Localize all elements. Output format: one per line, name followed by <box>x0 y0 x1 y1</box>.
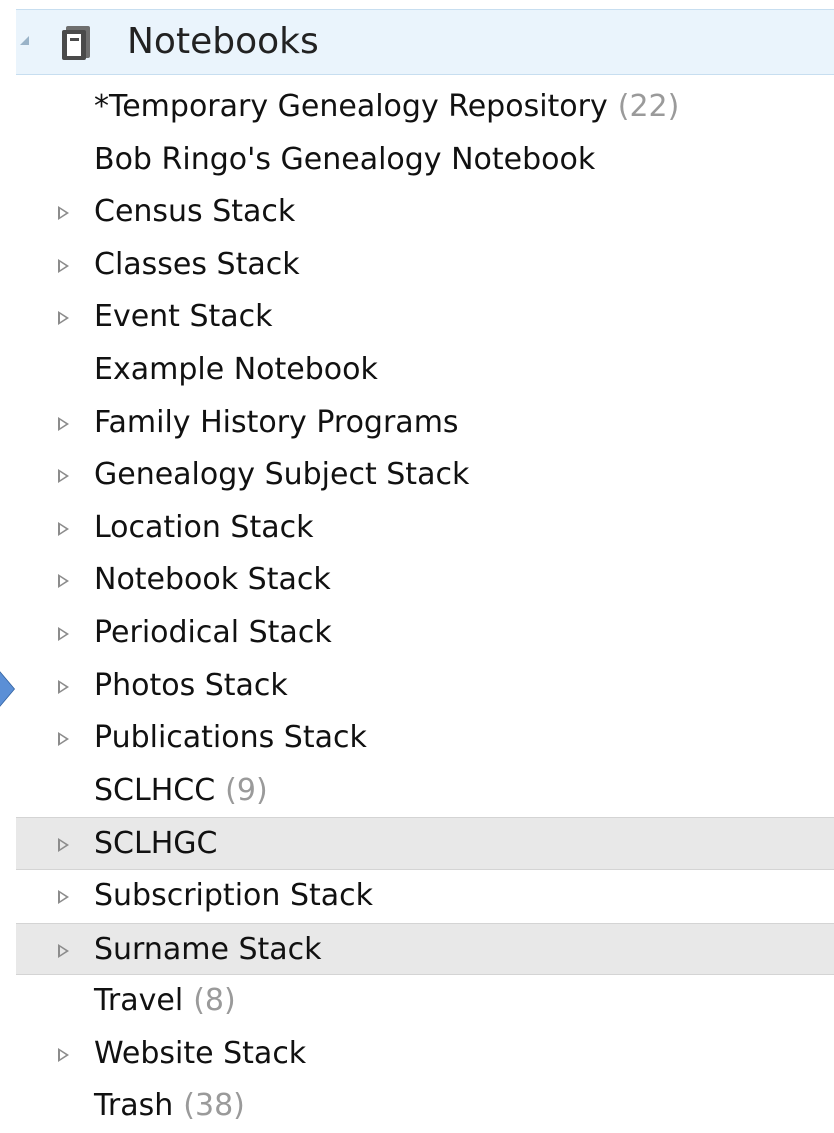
notebook-list-item[interactable]: SCLHGC <box>16 817 834 870</box>
notebook-list-item[interactable]: SCLHCC (9) <box>16 765 834 818</box>
notebook-label: SCLHCC (9) <box>94 771 268 811</box>
notebook-label: SCLHGC <box>94 824 217 864</box>
notebook-label: Notebook Stack <box>94 560 331 600</box>
expand-triangle-icon[interactable] <box>58 732 69 747</box>
notebook-name: Travel <box>94 983 184 1019</box>
notebook-name: Example Notebook <box>94 351 378 387</box>
notebook-name: Location Stack <box>94 509 314 545</box>
notebook-label: *Temporary Genealogy Repository (22) <box>94 87 679 127</box>
notebook-list-item[interactable]: Photos Stack <box>16 660 834 713</box>
notebook-list-item[interactable]: Surname Stack <box>16 922 834 976</box>
notebook-list-item[interactable]: Classes Stack <box>16 239 834 292</box>
notebook-name: Census Stack <box>94 194 296 230</box>
notebook-name: Surname Stack <box>94 931 322 967</box>
notebook-name: Family History Programs <box>94 404 459 440</box>
notebook-list-item[interactable]: Example Notebook <box>16 344 834 397</box>
notebook-list-item[interactable]: Notebook Stack <box>16 554 834 607</box>
notebook-list-item[interactable]: Census Stack <box>16 186 834 239</box>
notebook-label: Location Stack <box>94 508 313 548</box>
notebook-list-item[interactable]: Periodical Stack <box>16 607 834 660</box>
expand-triangle-icon[interactable] <box>58 574 69 589</box>
collapse-triangle-icon[interactable] <box>20 36 29 45</box>
notebook-label: Trash (38) <box>94 1086 245 1126</box>
expand-triangle-icon[interactable] <box>58 679 69 694</box>
notebook-list-item[interactable]: *Temporary Genealogy Repository (22) <box>16 81 834 134</box>
expand-triangle-icon[interactable] <box>58 626 69 641</box>
notebook-name: *Temporary Genealogy Repository <box>94 89 608 124</box>
expand-triangle-icon[interactable] <box>58 838 69 853</box>
notebooks-header[interactable]: Notebooks <box>16 9 834 75</box>
notebook-label: Census Stack <box>94 192 295 232</box>
notebook-label: Publications Stack <box>94 718 367 758</box>
notebook-name: SCLHGC <box>94 826 218 862</box>
notebook-name: Event Stack <box>94 299 273 335</box>
notebook-label: Example Notebook <box>94 350 378 390</box>
notebook-name: SCLHCC <box>94 772 216 808</box>
expand-triangle-icon[interactable] <box>58 469 69 484</box>
note-count: (38) <box>183 1088 245 1124</box>
notebook-list-item[interactable]: Publications Stack <box>16 712 834 765</box>
notebook-list-item[interactable]: Website Stack <box>16 1028 834 1081</box>
notebook-label: Website Stack <box>94 1034 306 1074</box>
pointer-arrow-callout <box>0 663 14 715</box>
expand-triangle-icon[interactable] <box>58 206 69 221</box>
notebook-name: Notebook Stack <box>94 562 331 598</box>
notebook-list-item[interactable]: Subscription Stack <box>16 870 834 923</box>
notebook-name: Classes Stack <box>94 246 300 282</box>
notebook-list-item[interactable]: Genealogy Subject Stack <box>16 449 834 502</box>
notebook-list-item[interactable]: Family History Programs <box>16 397 834 450</box>
notebook-label: Subscription Stack <box>94 876 373 916</box>
notebook-label: Surname Stack <box>94 930 322 970</box>
notebook-icon <box>62 26 90 60</box>
notebook-label: Periodical Stack <box>94 613 332 653</box>
notebook-label: Photos Stack <box>94 666 288 706</box>
notebook-list-item[interactable]: Location Stack <box>16 502 834 555</box>
expand-triangle-icon[interactable] <box>58 521 69 536</box>
notebook-name: Trash <box>94 1088 174 1124</box>
expand-triangle-icon[interactable] <box>58 258 69 273</box>
expand-triangle-icon[interactable] <box>58 416 69 431</box>
notebook-list-item[interactable]: Trash (38) <box>16 1080 834 1133</box>
expand-triangle-icon[interactable] <box>58 889 69 904</box>
notebook-name: Genealogy Subject Stack <box>94 457 470 493</box>
notebook-label: Genealogy Subject Stack <box>94 455 469 495</box>
note-count: (22) <box>617 89 680 124</box>
notebook-name: Periodical Stack <box>94 614 332 650</box>
expand-triangle-icon[interactable] <box>58 943 69 958</box>
section-title: Notebooks <box>127 21 319 62</box>
notebook-list: *Temporary Genealogy Repository (22) Bob R… <box>16 81 834 1133</box>
notebook-name: Publications Stack <box>94 720 367 756</box>
notebook-list-item[interactable]: Travel (8) <box>16 975 834 1028</box>
notebook-name: Subscription Stack <box>94 877 373 913</box>
notebook-list-item[interactable]: Event Stack <box>16 291 834 344</box>
notebook-name: Bob Ringo's Genealogy Notebook <box>94 141 596 177</box>
expand-triangle-icon[interactable] <box>58 311 69 326</box>
notebook-name: Website Stack <box>94 1035 307 1071</box>
notebook-label: Family History Programs <box>94 403 459 443</box>
note-count: (9) <box>225 772 268 808</box>
notebook-list-item[interactable]: Bob Ringo's Genealogy Notebook <box>16 134 834 187</box>
notebook-label: Classes Stack <box>94 245 300 285</box>
notebook-name: Photos Stack <box>94 667 288 703</box>
expand-triangle-icon[interactable] <box>58 1047 69 1062</box>
notebook-label: Event Stack <box>94 297 273 337</box>
notebook-label: Bob Ringo's Genealogy Notebook <box>94 140 595 180</box>
note-count: (8) <box>193 983 236 1019</box>
notebook-label: Travel (8) <box>94 981 236 1021</box>
